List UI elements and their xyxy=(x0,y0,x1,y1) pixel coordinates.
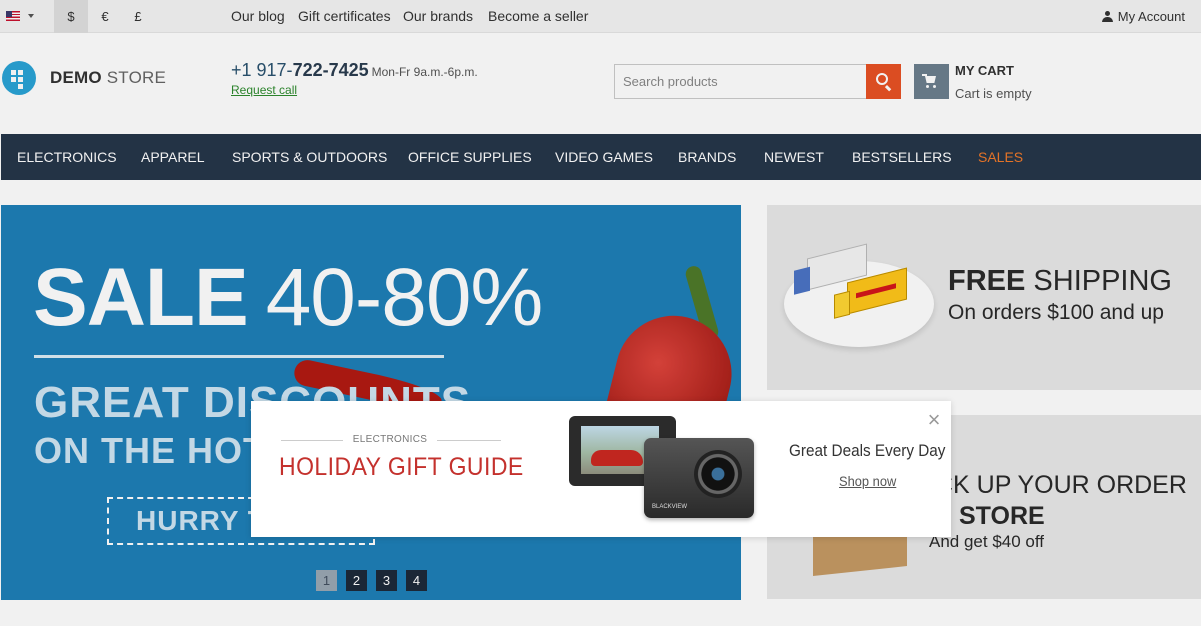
camera-lens-icon xyxy=(694,450,742,498)
shop-now-link[interactable]: Shop now xyxy=(839,473,896,489)
divider-left xyxy=(281,440,343,441)
popup-title[interactable]: HOLIDAY GIFT GUIDE xyxy=(279,453,524,482)
camera-brand-label: BLACKVIEW xyxy=(652,504,688,510)
promo-popup: × ELECTRONICS HOLIDAY GIFT GUIDE BLACKVI… xyxy=(251,401,951,537)
dashcam-front-image: BLACKVIEW xyxy=(644,438,754,518)
popup-deals-text: Great Deals Every Day xyxy=(789,441,946,460)
close-icon[interactable]: × xyxy=(924,409,944,431)
popup-category: ELECTRONICS xyxy=(352,434,428,445)
divider-right xyxy=(437,440,501,441)
